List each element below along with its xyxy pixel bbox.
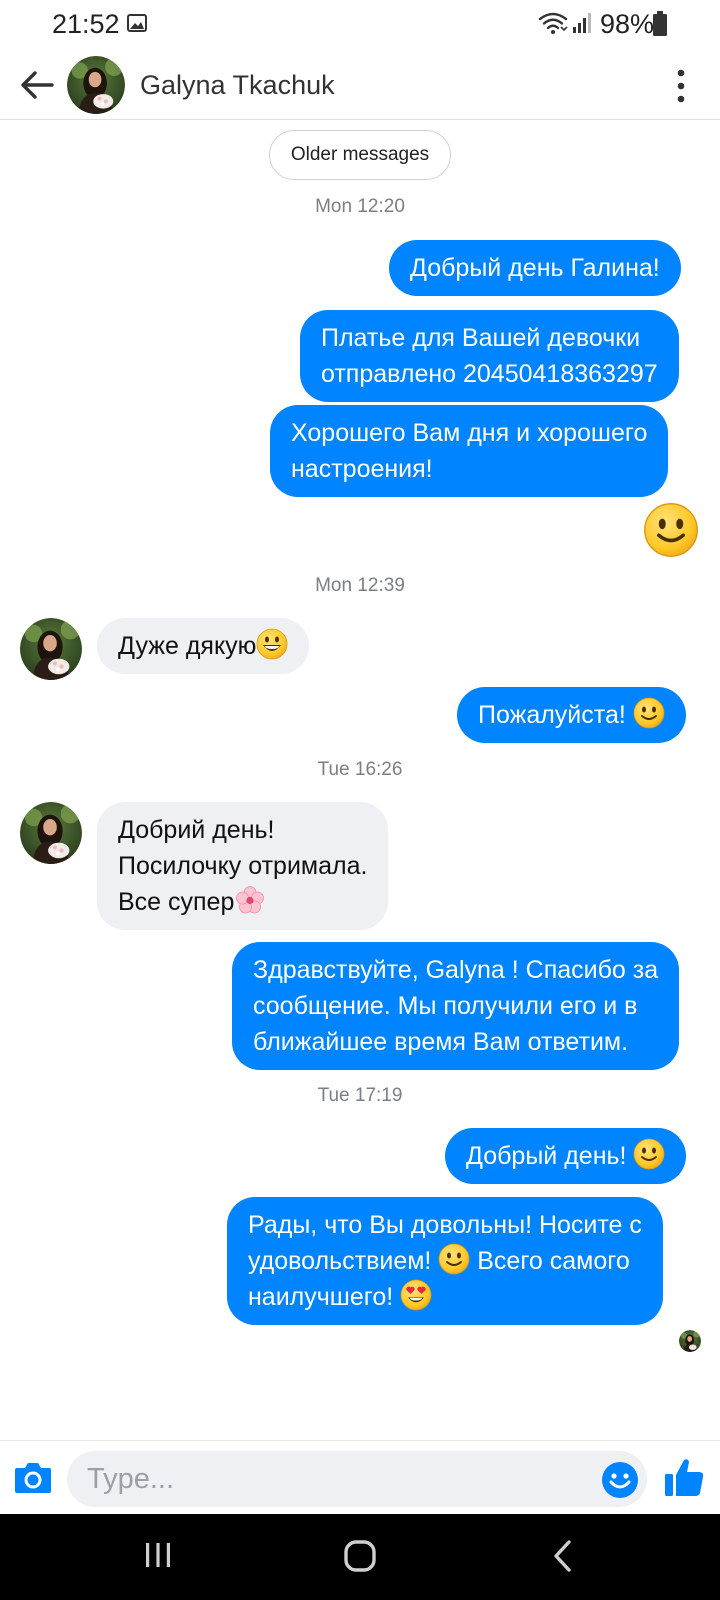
message-text: Добрый день! [466, 1142, 634, 1170]
incoming-message[interactable]: Дуже дякую [97, 618, 310, 674]
incoming-message[interactable]: Добрий день! Посилочку отримала. Все суп… [97, 802, 389, 930]
battery-icon [653, 11, 667, 36]
nav-back-icon[interactable] [551, 1539, 573, 1573]
slightly-smiling-face-icon [633, 697, 665, 729]
recent-apps-icon[interactable] [143, 1540, 173, 1570]
heart-eyes-face-icon [400, 1279, 432, 1311]
timestamp: Mon 12:39 [315, 575, 405, 596]
contact-avatar[interactable] [67, 56, 125, 114]
outgoing-message[interactable]: Рады, что Вы довольны! Носите с удовольс… [227, 1197, 663, 1325]
outgoing-message[interactable]: Добрый день Галина! [389, 240, 681, 296]
status-bar: 21:52 98% [0, 0, 720, 50]
slightly-smiling-face-icon [438, 1243, 470, 1275]
message-text: Пожалуйста! [478, 701, 633, 729]
camera-icon[interactable] [13, 1459, 53, 1495]
older-messages-button[interactable]: Older messages [269, 130, 451, 180]
grinning-face-icon [256, 628, 288, 660]
seen-indicator-avatar [679, 1330, 701, 1352]
message-composer [0, 1440, 720, 1514]
wifi-icon [538, 12, 568, 34]
outgoing-message[interactable]: Здравствуйте, Galyna ! Спасибо за сообще… [232, 942, 680, 1070]
home-icon[interactable] [343, 1539, 377, 1573]
message-text: Всего самого [470, 1247, 630, 1275]
message-text: Хорошего Вам дня и хорошего [291, 419, 648, 447]
contact-avatar[interactable] [20, 618, 82, 680]
slightly-smiling-face-icon[interactable] [643, 502, 699, 558]
message-text: сообщение. Мы получили его и в [253, 992, 638, 1020]
message-text: удовольствием! [248, 1247, 439, 1275]
outgoing-message[interactable]: Добрый день! [445, 1128, 687, 1184]
back-arrow-icon[interactable] [18, 66, 56, 104]
outgoing-message[interactable]: Платье для Вашей девочки отправлено 2045… [300, 310, 679, 402]
message-text: Посилочку отримала. [118, 852, 368, 880]
slightly-smiling-face-icon [633, 1138, 665, 1170]
message-text: Добрий день! [118, 816, 275, 844]
message-text: отправлено 20450418363297 [321, 360, 658, 388]
message-text: ближайшее время Вам ответим. [253, 1028, 629, 1056]
contact-name[interactable]: Galyna Tkachuk [140, 70, 335, 101]
outgoing-message[interactable]: Пожалуйста! [457, 687, 686, 743]
message-text: наилучшего! [248, 1283, 401, 1311]
message-text: Здравствуйте, Galyna ! Спасибо за [253, 956, 659, 984]
outgoing-message[interactable]: Хорошего Вам дня и хорошего настроения! [270, 405, 669, 497]
message-text: Добрый день Галина! [410, 254, 660, 282]
message-text: Все супер [118, 888, 235, 916]
status-time: 21:52 [52, 9, 120, 39]
system-navigation-bar [0, 1514, 720, 1600]
conversation-header: Galyna Tkachuk [0, 50, 720, 120]
cherry-blossom-icon [234, 884, 266, 916]
message-text: настроения! [291, 455, 433, 483]
contact-avatar[interactable] [20, 802, 82, 864]
more-vertical-icon[interactable] [676, 68, 686, 104]
gallery-icon [127, 14, 147, 32]
message-text: Рады, что Вы довольны! Носите с [248, 1211, 642, 1239]
timestamp: Tue 16:26 [317, 759, 403, 780]
signal-icon [573, 13, 591, 33]
message-input[interactable] [67, 1451, 647, 1507]
thumbs-up-icon[interactable] [663, 1456, 705, 1498]
message-text: Дуже дякую [118, 632, 257, 660]
emoji-icon[interactable] [601, 1461, 639, 1499]
message-text: Платье для Вашей девочки [321, 324, 641, 352]
battery-percent: 98% [600, 9, 655, 39]
timestamp: Tue 17:19 [317, 1085, 403, 1106]
timestamp: Mon 12:20 [315, 196, 405, 217]
